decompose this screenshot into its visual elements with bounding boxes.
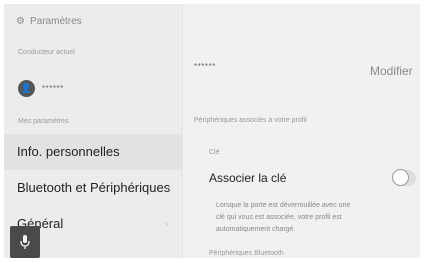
key-section-label: Clé: [209, 149, 220, 156]
avatar-icon: 👤: [18, 80, 35, 97]
page-title: ⚙ Paramètres: [16, 16, 82, 27]
divider: [182, 4, 183, 258]
profile-user-name: ******: [194, 62, 216, 71]
current-driver-label: Conducteur actuel: [18, 49, 75, 56]
bluetooth-devices-label: Périphériques Bluetooth: [209, 250, 284, 257]
toggle-knob: [392, 169, 409, 186]
microphone-button[interactable]: [10, 226, 40, 258]
sidebar-item-bluetooth[interactable]: Bluetooth et Périphériques ›: [4, 170, 182, 206]
current-driver-name: ******: [42, 84, 64, 93]
associate-key-label: Associer la clé: [209, 171, 287, 185]
sidebar-item-label: Bluetooth et Périphériques: [17, 180, 171, 195]
my-settings-label: Mes paramètres: [18, 118, 69, 125]
gear-icon: ⚙: [16, 16, 25, 27]
sidebar-item-personal-info[interactable]: Info. personnelles: [4, 134, 182, 170]
microphone-icon: [20, 235, 30, 249]
sidebar: ⚙ Paramètres Conducteur actuel 👤 ****** M…: [4, 4, 182, 258]
associate-key-toggle[interactable]: [392, 169, 416, 186]
page-title-text: Paramètres: [30, 16, 82, 27]
sidebar-item-label: Info. personnelles: [17, 144, 120, 159]
settings-screen: ⚙ Paramètres Conducteur actuel 👤 ****** M…: [4, 4, 420, 258]
associated-devices-label: Périphériques associés à votre profil: [194, 117, 307, 124]
modify-button[interactable]: Modifier: [370, 64, 413, 78]
chevron-right-icon: ›: [165, 219, 168, 229]
chevron-right-icon: ›: [165, 183, 168, 193]
associate-key-description: Lorsque la porte est déverrouillée avec …: [216, 202, 351, 233]
